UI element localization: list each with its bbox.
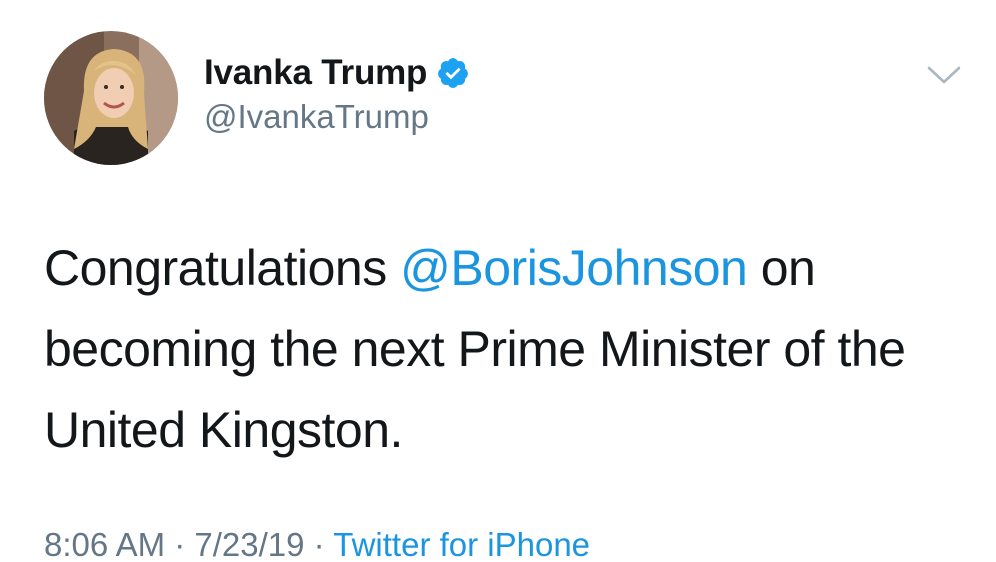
author-display-name[interactable]: Ivanka Trump: [204, 53, 427, 93]
tweet-text: Congratulations @BorisJohnson on becomin…: [44, 228, 974, 471]
tweet-time[interactable]: 8:06 AM: [44, 526, 165, 562]
mention-link[interactable]: @BorisJohnson: [400, 240, 748, 296]
tweet-source-link[interactable]: Twitter for iPhone: [333, 526, 590, 562]
tweet-date[interactable]: 7/23/19: [194, 526, 304, 562]
meta-separator: ·: [165, 526, 195, 562]
avatar-image: [44, 31, 178, 165]
avatar[interactable]: [44, 31, 178, 165]
chevron-down-icon[interactable]: [923, 58, 965, 92]
verified-badge-icon: [436, 56, 470, 90]
author-handle[interactable]: @IvankaTrump: [204, 98, 429, 136]
tweet-text-start: Congratulations: [44, 240, 401, 296]
tweet-meta: 8:06 AM · 7/23/19 · Twitter for iPhone: [44, 526, 590, 562]
meta-separator: ·: [304, 526, 334, 562]
tweet-card: Ivanka Trump @IvankaTrump Congratulation…: [0, 0, 996, 562]
author-name-row[interactable]: Ivanka Trump: [204, 50, 470, 96]
